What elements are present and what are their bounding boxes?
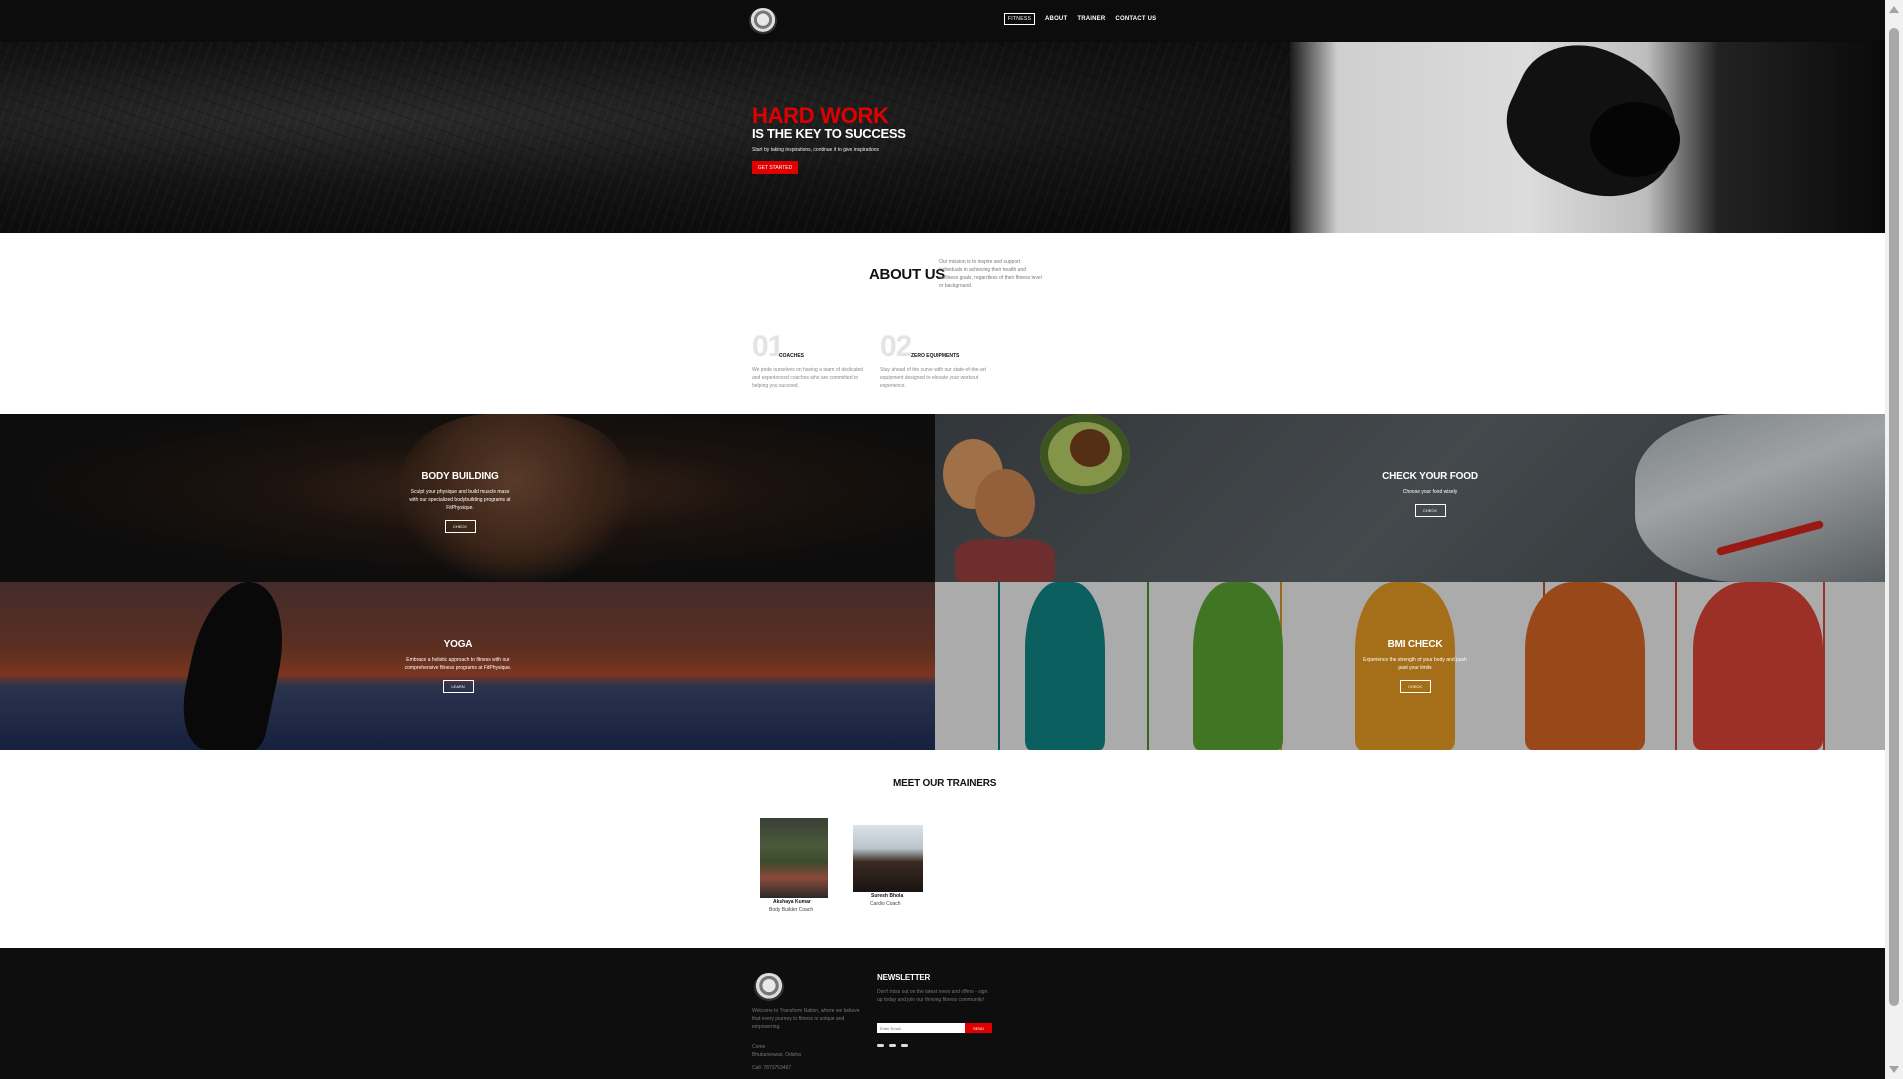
get-started-button[interactable]: GET STARTED — [752, 161, 798, 174]
page: FITNESS ABOUT TRAINER CONTACT US HARD WO… — [0, 0, 1885, 1079]
nav-fitness-button[interactable]: FITNESS — [1004, 13, 1035, 25]
trainer-role: Cardio Coach — [870, 901, 901, 907]
body-building-tile: BODY BUILDING Sculpt your physique and b… — [0, 414, 935, 582]
footer-location: Come Bhubaneswar, Odisha — [752, 1043, 801, 1059]
scroll-down-arrow-icon[interactable] — [1889, 1066, 1899, 1073]
hero-subtitle: IS THE KEY TO SUCCESS — [752, 126, 906, 141]
tile-title: BODY BUILDING — [417, 469, 499, 482]
twitter-icon[interactable] — [901, 1044, 908, 1047]
bmi-check-button[interactable]: CHECK — [1399, 680, 1431, 693]
page-scrollbar[interactable] — [1885, 0, 1903, 1079]
newsletter-title: NEWSLETTER — [877, 973, 931, 982]
about-text: Our mission is to inspire and support in… — [939, 259, 1042, 289]
feature-name: COACHES — [779, 353, 805, 359]
feature-name: ZERO EQUIPMENTS — [911, 353, 960, 359]
location-label: Come — [752, 1044, 766, 1050]
nav-link-contact[interactable]: CONTACT US — [1115, 16, 1156, 22]
trainer-name: Akshaya Kumar — [773, 899, 811, 905]
site-footer — [0, 948, 1885, 1079]
hero-athlete-image — [1290, 42, 1885, 233]
yoga-tile: YOGA Embrace a holistic approach to fitn… — [0, 582, 935, 750]
tile-description: Choose your food wisely — [1402, 489, 1458, 495]
food-check-button[interactable]: CHECK — [1414, 504, 1446, 517]
newsletter-text: Don't miss out on the latest news and of… — [877, 989, 988, 1003]
feature-description: Stay ahead of the curve with our state-o… — [880, 367, 986, 389]
feature-description: We pride ourselves on having a team of d… — [752, 367, 864, 389]
facebook-icon[interactable] — [877, 1044, 884, 1047]
tile-title: YOGA — [439, 637, 473, 650]
tile-title: CHECK YOUR FOOD — [1378, 469, 1478, 482]
instagram-icon[interactable] — [889, 1044, 896, 1047]
hero-description: Start by taking inspirations, continue i… — [752, 147, 880, 153]
tile-title: BMI CHECK — [1383, 637, 1443, 650]
yoga-learn-button[interactable]: LEARN — [442, 680, 474, 693]
tile-description: Sculpt your physique and build muscle ma… — [409, 489, 511, 511]
newsletter-send-button[interactable]: SEND — [965, 1023, 992, 1033]
scrollbar-thumb[interactable] — [1889, 28, 1899, 1006]
nav-link-about[interactable]: ABOUT — [1045, 16, 1067, 22]
scroll-up-arrow-icon[interactable] — [1889, 6, 1899, 13]
social-links — [877, 1044, 908, 1047]
nav-link-trainer[interactable]: TRAINER — [1077, 16, 1105, 22]
site-header: FITNESS ABOUT TRAINER CONTACT US — [0, 0, 1885, 42]
hero-section — [0, 42, 1885, 233]
feature-number: 02 — [880, 330, 912, 363]
trainer-name: Suresh Bhola — [871, 893, 904, 899]
body-building-check-button[interactable]: CHECK — [444, 520, 476, 533]
trainer-role: Body Builder Coach — [769, 907, 814, 913]
bmi-check-tile: BMI CHECK Experience the strength of you… — [935, 582, 1885, 750]
trainer-photo-suresh[interactable] — [853, 825, 923, 892]
trainers-title: MEET OUR TRAINERS — [893, 778, 997, 789]
newsletter-email-input[interactable] — [877, 1023, 965, 1033]
tile-description: Experience the strength of your body and… — [1363, 657, 1467, 671]
tile-description: Embrace a holistic approach to fitness w… — [404, 657, 512, 671]
main-nav: FITNESS ABOUT TRAINER CONTACT US — [1004, 13, 1156, 25]
footer-about: Welcome to Transform Nation, where we be… — [752, 1008, 860, 1030]
about-title: ABOUT US — [869, 266, 945, 283]
check-food-tile: CHECK YOUR FOOD Choose your food wisely … — [935, 414, 1885, 582]
trainer-photo-akshaya[interactable] — [760, 818, 828, 898]
footer-call: Call: 7873753467 — [752, 1065, 792, 1071]
location-value: Bhubaneswar, Odisha — [752, 1052, 801, 1058]
footer-logo[interactable] — [754, 973, 784, 1001]
site-logo[interactable] — [749, 8, 777, 34]
